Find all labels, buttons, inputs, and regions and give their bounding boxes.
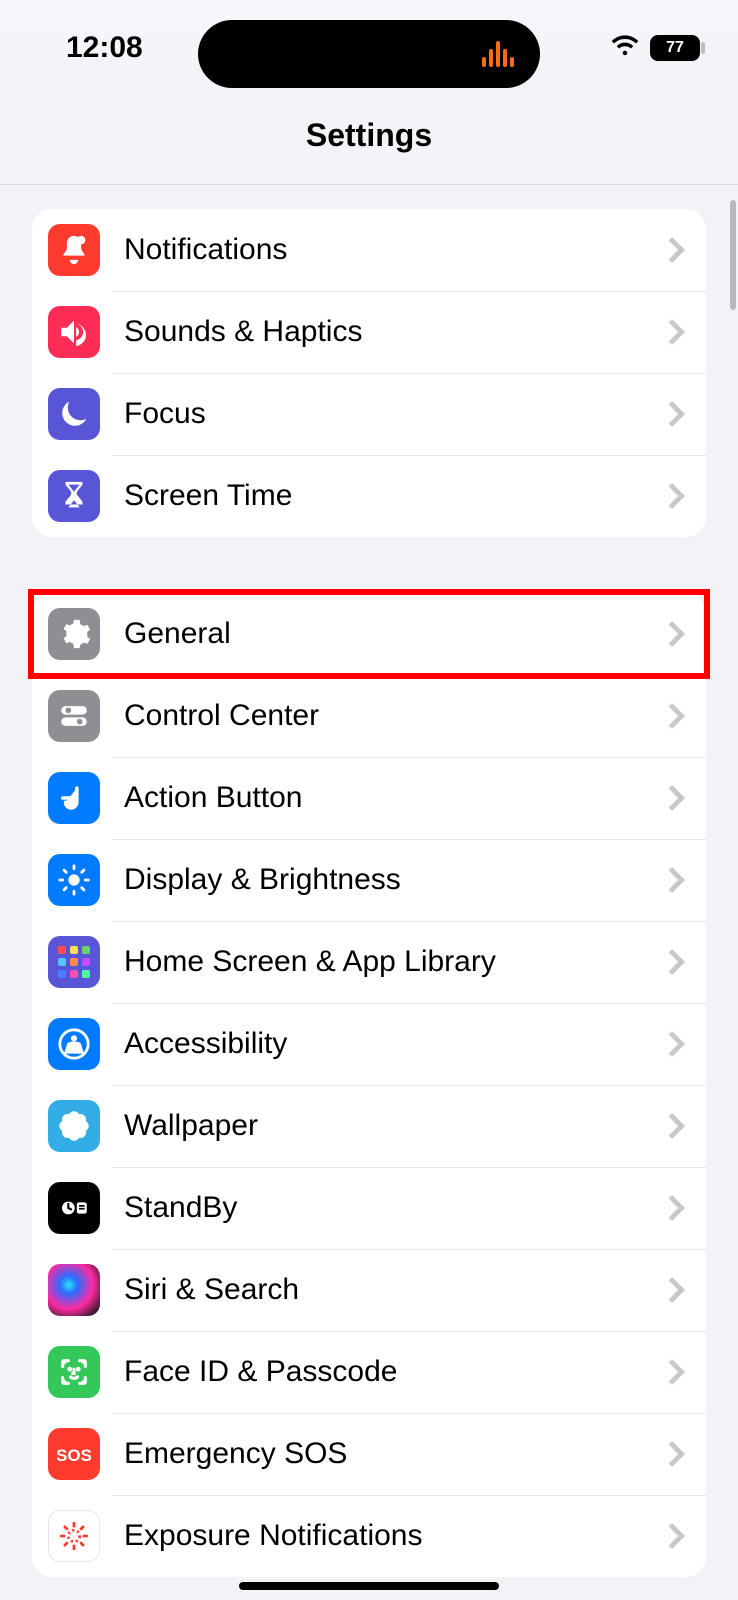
- settings-row-label: Accessibility: [124, 1027, 666, 1061]
- settings-row-label: Exposure Notifications: [124, 1519, 666, 1553]
- chevron-right-icon: [666, 1440, 686, 1468]
- battery-indicator: 77: [650, 35, 700, 61]
- settings-row-emergency-sos[interactable]: SOS Emergency SOS: [32, 1413, 706, 1495]
- grid-icon: [48, 936, 100, 988]
- chevron-right-icon: [666, 784, 686, 812]
- chevron-right-icon: [666, 236, 686, 264]
- settings-row-label: Sounds & Haptics: [124, 315, 666, 349]
- audio-bars-icon: [482, 41, 514, 67]
- sun-icon: [48, 854, 100, 906]
- moon-icon: [48, 388, 100, 440]
- settings-row-notifications[interactable]: Notifications: [32, 209, 706, 291]
- settings-row-faceid-passcode[interactable]: Face ID & Passcode: [32, 1331, 706, 1413]
- chevron-right-icon: [666, 1522, 686, 1550]
- chevron-right-icon: [666, 318, 686, 346]
- standby-icon: [48, 1182, 100, 1234]
- settings-row-display-brightness[interactable]: Display & Brightness: [32, 839, 706, 921]
- bell-icon: [48, 224, 100, 276]
- status-time: 12:08: [66, 31, 143, 65]
- dynamic-island[interactable]: [198, 20, 540, 88]
- settings-row-sounds-haptics[interactable]: Sounds & Haptics: [32, 291, 706, 373]
- exposure-icon: [48, 1510, 100, 1562]
- settings-content: Notifications Sounds & Haptics Focus Screen…: [0, 185, 738, 1577]
- status-bar: 12:08 77: [0, 0, 738, 95]
- settings-row-label: Control Center: [124, 699, 666, 733]
- speaker-icon: [48, 306, 100, 358]
- chevron-right-icon: [666, 1194, 686, 1222]
- settings-row-label: Wallpaper: [124, 1109, 666, 1143]
- settings-row-siri-search[interactable]: Siri & Search: [32, 1249, 706, 1331]
- person-icon: [48, 1018, 100, 1070]
- settings-group: Notifications Sounds & Haptics Focus Screen…: [32, 209, 706, 537]
- settings-row-label: Notifications: [124, 233, 666, 267]
- settings-group: General Control Center Action Button Displa…: [32, 593, 706, 1577]
- flower-icon: [48, 1100, 100, 1152]
- page-title: Settings: [0, 95, 738, 185]
- settings-row-label: Screen Time: [124, 479, 666, 513]
- settings-row-label: Face ID & Passcode: [124, 1355, 666, 1389]
- settings-row-control-center[interactable]: Control Center: [32, 675, 706, 757]
- settings-row-label: Focus: [124, 397, 666, 431]
- settings-row-home-screen-library[interactable]: Home Screen & App Library: [32, 921, 706, 1003]
- settings-row-label: Emergency SOS: [124, 1437, 666, 1471]
- settings-row-label: Display & Brightness: [124, 863, 666, 897]
- settings-row-label: Action Button: [124, 781, 666, 815]
- settings-row-wallpaper[interactable]: Wallpaper: [32, 1085, 706, 1167]
- chevron-right-icon: [666, 948, 686, 976]
- chevron-right-icon: [666, 866, 686, 894]
- action-icon: [48, 772, 100, 824]
- settings-row-label: General: [124, 617, 666, 651]
- chevron-right-icon: [666, 1030, 686, 1058]
- battery-percent: 77: [666, 39, 684, 57]
- gear-icon: [48, 608, 100, 660]
- settings-row-exposure-notifications[interactable]: Exposure Notifications: [32, 1495, 706, 1577]
- settings-row-accessibility[interactable]: Accessibility: [32, 1003, 706, 1085]
- settings-row-screen-time[interactable]: Screen Time: [32, 455, 706, 537]
- switches-icon: [48, 690, 100, 742]
- scroll-indicator[interactable]: [730, 200, 736, 310]
- chevron-right-icon: [666, 1358, 686, 1386]
- settings-row-label: StandBy: [124, 1191, 666, 1225]
- hourglass-icon: [48, 470, 100, 522]
- settings-row-label: Siri & Search: [124, 1273, 666, 1307]
- settings-row-label: Home Screen & App Library: [124, 945, 666, 979]
- settings-row-focus[interactable]: Focus: [32, 373, 706, 455]
- chevron-right-icon: [666, 1112, 686, 1140]
- sos-icon: SOS: [48, 1428, 100, 1480]
- settings-row-general[interactable]: General: [32, 593, 706, 675]
- settings-row-standby[interactable]: StandBy: [32, 1167, 706, 1249]
- chevron-right-icon: [666, 620, 686, 648]
- chevron-right-icon: [666, 702, 686, 730]
- chevron-right-icon: [666, 400, 686, 428]
- chevron-right-icon: [666, 1276, 686, 1304]
- chevron-right-icon: [666, 482, 686, 510]
- home-indicator[interactable]: [239, 1582, 499, 1590]
- faceid-icon: [48, 1346, 100, 1398]
- siri-icon: [48, 1264, 100, 1316]
- wifi-icon: [610, 33, 640, 62]
- svg-text:SOS: SOS: [57, 1446, 91, 1465]
- settings-row-action-button[interactable]: Action Button: [32, 757, 706, 839]
